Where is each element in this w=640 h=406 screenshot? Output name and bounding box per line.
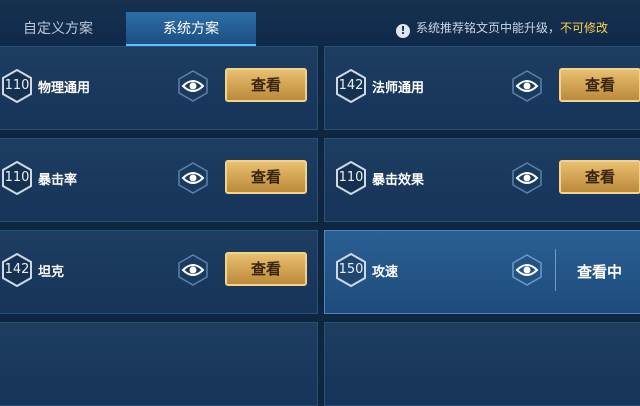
level-badge: 110 [335,161,367,195]
level-number: 142 [4,262,30,277]
eye-icon[interactable] [177,70,209,102]
plan-card-crit-effect[interactable]: 110 暴击效果 查看 [324,138,640,222]
level-badge: 150 [335,253,367,287]
level-number: 110 [4,78,30,93]
plan-name: 物理通用 [38,81,91,96]
plan-card-tank[interactable]: 142 坦克 查看 [0,230,318,314]
eye-icon[interactable] [511,254,543,286]
eye-icon[interactable] [511,70,543,102]
view-button[interactable]: 查看 [225,160,307,194]
level-number: 142 [338,78,364,93]
plan-card-partial[interactable] [0,322,318,406]
level-badge: 110 [1,161,33,195]
plan-card-physical-general[interactable]: 110 物理通用 查看 [0,46,318,130]
tab-custom-plans[interactable]: 自定义方案 [0,12,116,46]
notice-text: 系统推荐铭文页中能升级， [416,21,561,35]
eye-icon[interactable] [177,254,209,286]
plan-name: 暴击效果 [372,173,425,188]
viewing-status: 查看中 [577,263,623,281]
level-badge: 142 [335,69,367,103]
plan-name: 攻速 [372,265,399,280]
eye-icon[interactable] [177,162,209,194]
level-badge: 142 [1,253,33,287]
view-button[interactable]: 查看 [225,252,307,286]
plan-card-mage-general[interactable]: 142 法师通用 查看 [324,46,640,130]
plan-name: 法师通用 [372,81,425,96]
level-number: 110 [338,170,364,185]
eye-icon[interactable] [511,162,543,194]
level-badge: 110 [1,69,33,103]
view-button[interactable]: 查看 [225,68,307,102]
plan-name: 暴击率 [38,173,78,188]
notice-banner: ! 系统推荐铭文页中能升级，不可修改 [396,19,640,38]
tab-system-plans[interactable]: 系统方案 [126,12,256,46]
notice-highlight: 不可修改 [560,21,609,35]
exclamation-icon: ! [396,24,410,38]
plan-name: 坦克 [38,265,65,280]
plan-card-partial[interactable] [324,322,640,406]
plan-card-attack-speed[interactable]: 150 攻速 查看中 [324,230,640,314]
level-number: 150 [338,262,364,277]
view-button[interactable]: 查看 [559,68,640,102]
plan-card-crit-rate[interactable]: 110 暴击率 查看 [0,138,318,222]
view-button[interactable]: 查看 [559,160,640,194]
level-number: 110 [4,170,30,185]
divider [555,249,556,291]
